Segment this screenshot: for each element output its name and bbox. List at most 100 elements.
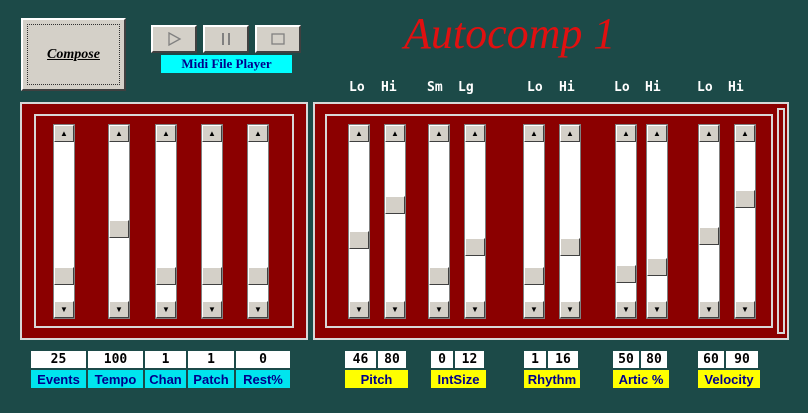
scroll-up-icon[interactable]: ▲ [156, 125, 176, 142]
pitch-label: Pitch [345, 370, 408, 388]
pitch-lo-slider[interactable]: ▲ ▼ [348, 124, 370, 319]
intsize-lg-slider[interactable]: ▲ ▼ [464, 124, 486, 319]
focus-rect [27, 24, 120, 85]
intsize-sm-slider[interactable]: ▲ ▼ [428, 124, 450, 319]
scroll-down-icon[interactable]: ▼ [109, 301, 129, 318]
rhythm-lo-header: Lo [527, 80, 543, 95]
rhythm-hi-value: 16 [548, 351, 580, 368]
pitch-hi-header: Hi [381, 80, 397, 95]
rest-slider[interactable]: ▲ ▼ [247, 124, 269, 319]
scroll-down-icon[interactable]: ▼ [248, 301, 268, 318]
midi-file-player-label: Midi File Player [161, 55, 292, 73]
artic-hi-slider[interactable]: ▲ ▼ [646, 124, 668, 319]
scroll-down-icon[interactable]: ▼ [735, 301, 755, 318]
scroll-down-icon[interactable]: ▼ [202, 301, 222, 318]
play-icon [168, 31, 182, 47]
scroll-up-icon[interactable]: ▲ [560, 125, 580, 142]
rest-label: Rest% [236, 370, 292, 388]
slider-thumb[interactable] [349, 230, 369, 249]
melody-params-side-frame [777, 108, 785, 334]
velocity-hi-value: 90 [726, 351, 760, 368]
tempo-label: Tempo [88, 370, 145, 388]
slider-thumb[interactable] [465, 237, 485, 256]
slider-thumb[interactable] [202, 267, 222, 286]
artic-lo-value: 50 [613, 351, 641, 368]
scroll-up-icon[interactable]: ▲ [524, 125, 544, 142]
scroll-up-icon[interactable]: ▲ [385, 125, 405, 142]
scroll-up-icon[interactable]: ▲ [349, 125, 369, 142]
scroll-down-icon[interactable]: ▼ [465, 301, 485, 318]
scroll-up-icon[interactable]: ▲ [735, 125, 755, 142]
scroll-down-icon[interactable]: ▼ [699, 301, 719, 318]
velocity-lo-slider[interactable]: ▲ ▼ [698, 124, 720, 319]
scroll-up-icon[interactable]: ▲ [429, 125, 449, 142]
scroll-up-icon[interactable]: ▲ [54, 125, 74, 142]
artic-lo-header: Lo [614, 80, 630, 95]
tempo-value: 100 [88, 351, 145, 368]
artic-hi-value: 80 [641, 351, 669, 368]
rhythm-hi-slider[interactable]: ▲ ▼ [559, 124, 581, 319]
slider-thumb[interactable] [429, 267, 449, 286]
scroll-down-icon[interactable]: ▼ [616, 301, 636, 318]
chan-label: Chan [145, 370, 188, 388]
scroll-up-icon[interactable]: ▲ [248, 125, 268, 142]
slider-thumb[interactable] [616, 264, 636, 283]
intsize-lg-value: 12 [455, 351, 486, 368]
scroll-down-icon[interactable]: ▼ [156, 301, 176, 318]
scroll-up-icon[interactable]: ▲ [647, 125, 667, 142]
slider-thumb[interactable] [560, 237, 580, 256]
pitch-hi-value: 80 [378, 351, 408, 368]
chan-value: 1 [145, 351, 188, 368]
intsize-sm-value: 0 [431, 351, 455, 368]
scroll-down-icon[interactable]: ▼ [385, 301, 405, 318]
scroll-up-icon[interactable]: ▲ [616, 125, 636, 142]
pause-button[interactable] [203, 25, 249, 53]
rhythm-lo-slider[interactable]: ▲ ▼ [523, 124, 545, 319]
slider-thumb[interactable] [248, 267, 268, 286]
play-button[interactable] [151, 25, 197, 53]
velocity-hi-slider[interactable]: ▲ ▼ [734, 124, 756, 319]
scroll-up-icon[interactable]: ▲ [202, 125, 222, 142]
scroll-down-icon[interactable]: ▼ [54, 301, 74, 318]
artic-lo-slider[interactable]: ▲ ▼ [615, 124, 637, 319]
compose-button[interactable]: Compose [21, 18, 126, 91]
slider-thumb[interactable] [156, 267, 176, 286]
events-label: Events [31, 370, 88, 388]
rhythm-label: Rhythm [524, 370, 580, 388]
velocity-lo-value: 60 [698, 351, 726, 368]
intsize-label: IntSize [431, 370, 486, 388]
events-slider[interactable]: ▲ ▼ [53, 124, 75, 319]
patch-label: Patch [188, 370, 236, 388]
stop-button[interactable] [255, 25, 301, 53]
chan-slider[interactable]: ▲ ▼ [155, 124, 177, 319]
velocity-label: Velocity [698, 370, 760, 388]
rhythm-hi-header: Hi [559, 80, 575, 95]
app-title: Autocomp 1 [404, 9, 616, 58]
scroll-down-icon[interactable]: ▼ [560, 301, 580, 318]
slider-thumb[interactable] [735, 189, 755, 208]
scroll-up-icon[interactable]: ▲ [699, 125, 719, 142]
artic-hi-header: Hi [645, 80, 661, 95]
slider-thumb[interactable] [385, 195, 405, 214]
pitch-lo-value: 46 [345, 351, 378, 368]
intsize-sm-header: Sm [427, 80, 443, 95]
stop-icon [271, 33, 285, 45]
pause-icon [222, 33, 230, 45]
scroll-down-icon[interactable]: ▼ [429, 301, 449, 318]
slider-thumb[interactable] [109, 219, 129, 238]
scroll-up-icon[interactable]: ▲ [465, 125, 485, 142]
slider-thumb[interactable] [54, 267, 74, 286]
slider-thumb[interactable] [699, 226, 719, 245]
scroll-down-icon[interactable]: ▼ [349, 301, 369, 318]
pitch-hi-slider[interactable]: ▲ ▼ [384, 124, 406, 319]
tempo-slider[interactable]: ▲ ▼ [108, 124, 130, 319]
artic-label: Artic % [613, 370, 669, 388]
scroll-down-icon[interactable]: ▼ [647, 301, 667, 318]
patch-slider[interactable]: ▲ ▼ [201, 124, 223, 319]
events-value: 25 [31, 351, 88, 368]
slider-thumb[interactable] [647, 257, 667, 276]
scroll-down-icon[interactable]: ▼ [524, 301, 544, 318]
slider-thumb[interactable] [524, 267, 544, 286]
velocity-hi-header: Hi [728, 80, 744, 95]
scroll-up-icon[interactable]: ▲ [109, 125, 129, 142]
